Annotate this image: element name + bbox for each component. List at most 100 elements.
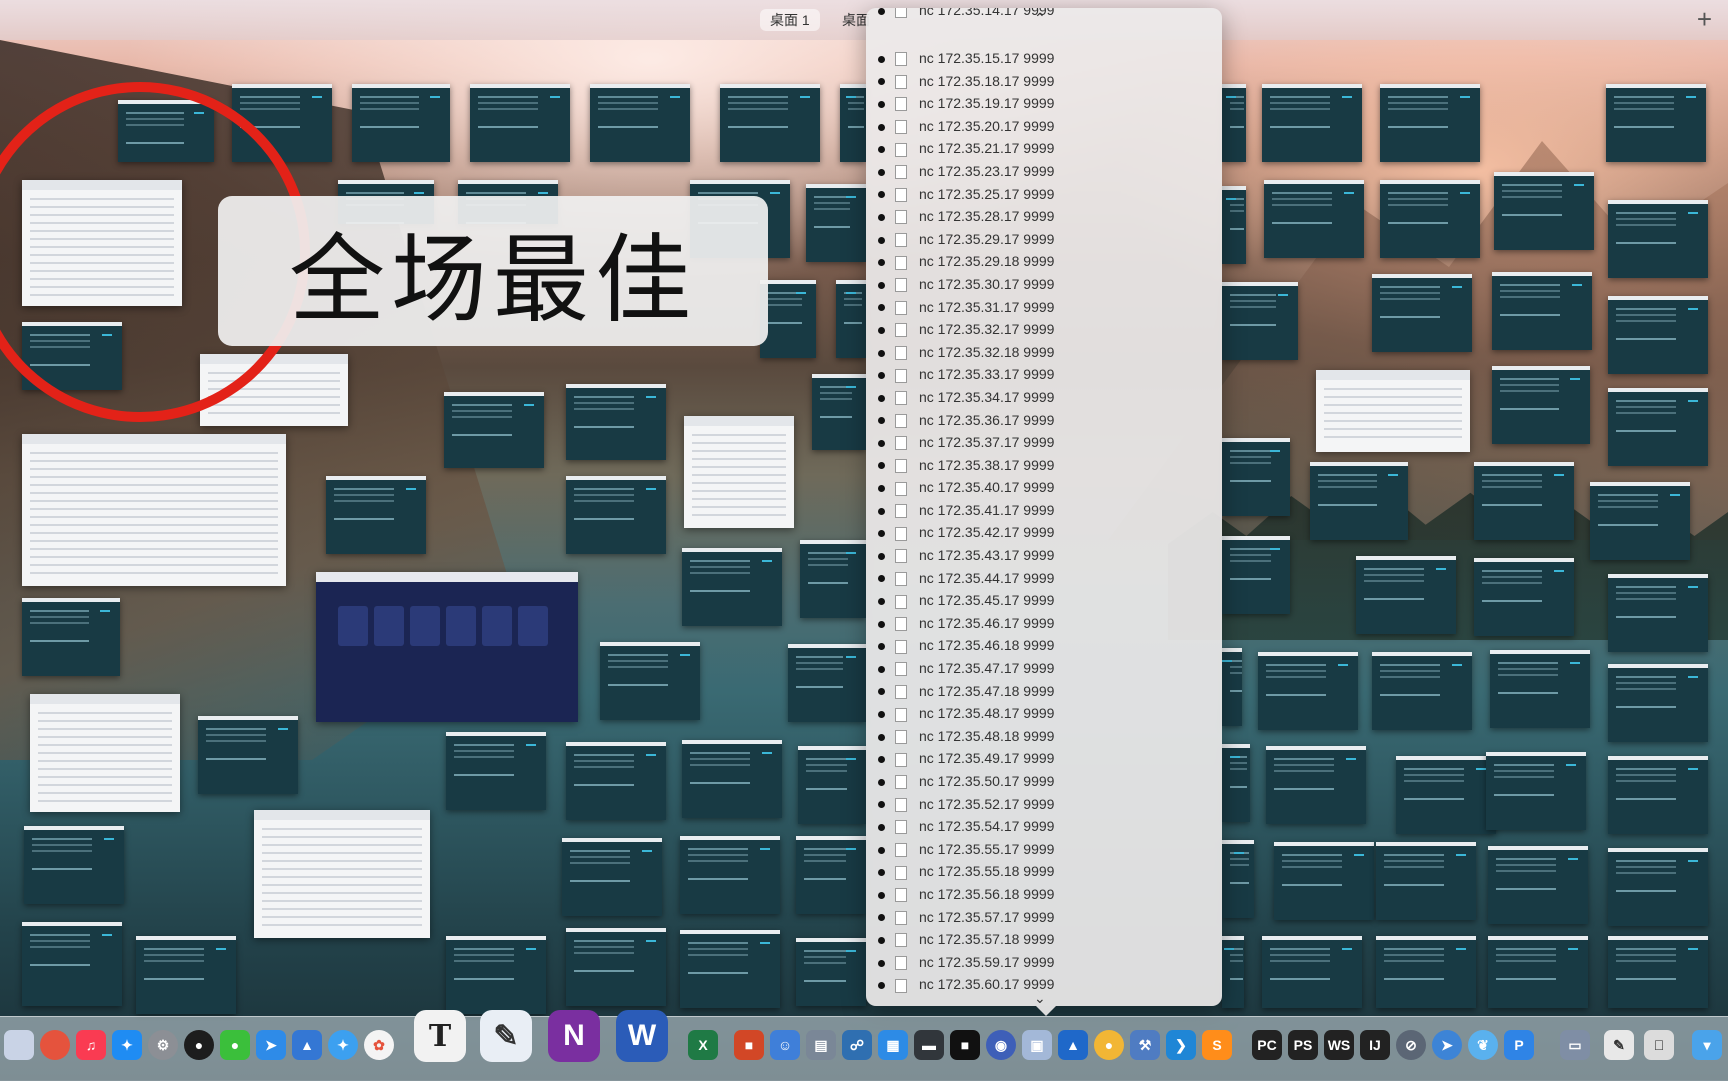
list-item[interactable]: nc 172.35.20.17 9999	[878, 115, 1054, 138]
app-store-icon[interactable]: ✦	[112, 1030, 142, 1060]
system-settings-icon[interactable]: ⚙	[148, 1030, 178, 1060]
terminal-window-thumb[interactable]	[720, 84, 820, 162]
terminal-window-thumb[interactable]	[470, 84, 570, 162]
terminal-window-thumb[interactable]	[1492, 272, 1592, 350]
sublime-icon[interactable]: S	[1202, 1030, 1232, 1060]
box-app-icon[interactable]: ▤	[806, 1030, 836, 1060]
terminal-window-thumb[interactable]	[840, 84, 866, 162]
list-item[interactable]: nc 172.35.32.18 9999	[878, 341, 1054, 364]
qq-icon[interactable]: ●	[184, 1030, 214, 1060]
terminal-window-thumb[interactable]	[326, 476, 426, 554]
terminal-window-thumb[interactable]	[1376, 936, 1476, 1008]
desktop-tab-1[interactable]: 桌面 1	[760, 9, 820, 31]
pycharm-icon[interactable]: PC	[1252, 1030, 1282, 1060]
terminal-window-thumb[interactable]	[1262, 936, 1362, 1008]
terminal-window-thumb[interactable]	[352, 84, 450, 162]
mail-plane-icon[interactable]: ➤	[256, 1030, 286, 1060]
terminal-window-thumb[interactable]	[1222, 648, 1242, 726]
text-edit-icon[interactable]: T	[414, 1010, 466, 1062]
terminal-window-thumb[interactable]	[1488, 936, 1588, 1008]
tool-app-icon[interactable]: ⚒	[1130, 1030, 1160, 1060]
terminal-window-thumb[interactable]	[1590, 482, 1690, 560]
package-app-icon[interactable]: ▣	[1022, 1030, 1052, 1060]
list-item-partial[interactable]: nc 172.35.14.17 9999	[878, 8, 1054, 24]
terminal-window-thumb[interactable]	[1258, 652, 1358, 730]
terminal-window-thumb[interactable]	[682, 548, 782, 626]
list-item[interactable]: nc 172.35.50.17 9999	[878, 770, 1054, 793]
list-item[interactable]: nc 172.35.21.17 9999	[878, 137, 1054, 160]
list-item[interactable]: nc 172.35.41.17 9999	[878, 499, 1054, 522]
network-utility-icon[interactable]: ⊘	[1396, 1030, 1426, 1060]
compass-app-icon[interactable]: ➤	[1432, 1030, 1462, 1060]
list-item[interactable]: nc 172.35.31.17 9999	[878, 296, 1054, 319]
list-item[interactable]: nc 172.35.56.18 9999	[878, 883, 1054, 906]
dialog-window-thumb[interactable]	[254, 810, 430, 938]
terminal-window-thumb[interactable]	[800, 540, 866, 618]
list-item[interactable]: nc 172.35.28.17 9999	[878, 205, 1054, 228]
terminal-window-thumb[interactable]	[1222, 438, 1290, 516]
terminal-window-thumb[interactable]	[566, 928, 666, 1006]
terminal-window-thumb[interactable]	[1608, 936, 1708, 1008]
list-item[interactable]: nc 172.35.46.18 9999	[878, 634, 1054, 657]
terminal-window-thumb[interactable]	[796, 836, 866, 914]
safari-icon[interactable]: ✦	[328, 1030, 358, 1060]
intellij-icon[interactable]: IJ	[1360, 1030, 1390, 1060]
terminal-window-thumb[interactable]	[566, 742, 666, 820]
terminal-window-thumb[interactable]	[590, 84, 690, 162]
terminal-window-thumb[interactable]	[136, 936, 236, 1014]
webstorm-icon[interactable]: WS	[1324, 1030, 1354, 1060]
onenote-icon[interactable]: N	[548, 1010, 600, 1062]
terminal-window-thumb[interactable]	[1474, 558, 1574, 636]
list-item[interactable]: nc 172.35.29.17 9999	[878, 228, 1054, 251]
notes-pen-icon[interactable]: ✎	[480, 1010, 532, 1062]
terminal-window-thumb[interactable]	[1372, 274, 1472, 352]
list-item[interactable]: nc 172.35.18.17 9999	[878, 70, 1054, 93]
list-item[interactable]: nc 172.35.23.17 9999	[878, 160, 1054, 183]
scroll-down-chevron-icon[interactable]: ⌄	[1034, 990, 1046, 1006]
terminal-window-thumb[interactable]	[1380, 180, 1480, 258]
list-item[interactable]: nc 172.35.25.17 9999	[878, 183, 1054, 206]
p-app-icon[interactable]: P	[1504, 1030, 1534, 1060]
launchpad-icon[interactable]	[4, 1030, 34, 1060]
terminal-window-thumb[interactable]	[600, 642, 700, 720]
mountain-app-icon[interactable]: ▲	[292, 1030, 322, 1060]
vscode-icon[interactable]: ❯	[1166, 1030, 1196, 1060]
terminal-window-thumb[interactable]	[198, 716, 298, 794]
terminal-window-thumb[interactable]	[680, 930, 780, 1008]
list-item[interactable]: nc 172.35.36.17 9999	[878, 409, 1054, 432]
list-item[interactable]: nc 172.35.32.17 9999	[878, 318, 1054, 341]
terminal-window-thumb[interactable]	[682, 740, 782, 818]
terminal-window-thumb[interactable]	[796, 938, 866, 1006]
dashboard-window-thumb[interactable]	[316, 572, 578, 722]
bird-app-icon[interactable]: ❦	[1468, 1030, 1498, 1060]
terminal-window-thumb[interactable]	[1264, 180, 1364, 258]
list-item[interactable]: nc 172.35.45.17 9999	[878, 589, 1054, 612]
terminal-window-thumb[interactable]	[1222, 840, 1254, 918]
list-item[interactable]: nc 172.35.34.17 9999	[878, 386, 1054, 409]
terminal-window-thumb[interactable]	[798, 746, 866, 824]
terminal-window-thumb[interactable]	[1606, 84, 1706, 162]
terminal-window-thumb[interactable]	[562, 838, 662, 916]
terminal-window-thumb[interactable]	[1266, 746, 1366, 824]
terminal-window-thumb[interactable]	[680, 836, 780, 914]
list-item[interactable]: nc 172.35.52.17 9999	[878, 793, 1054, 816]
downloads-folder-icon[interactable]: ▾	[1692, 1030, 1722, 1060]
terminal-window-thumb[interactable]	[446, 936, 546, 1014]
terminal-window-thumb[interactable]	[444, 392, 544, 468]
terminal-window-thumb[interactable]	[22, 922, 122, 1006]
terminal-window-thumb[interactable]	[1492, 366, 1590, 444]
list-item[interactable]: nc 172.35.40.17 9999	[878, 476, 1054, 499]
terminal-window-thumb[interactable]	[1486, 752, 1586, 830]
screen-app-icon[interactable]: ▬	[914, 1030, 944, 1060]
browser-window-thumb[interactable]	[22, 434, 286, 586]
list-item[interactable]: nc 172.35.48.17 9999	[878, 702, 1054, 725]
terminal-window-thumb[interactable]	[760, 280, 816, 358]
terminal-window-thumb[interactable]	[1608, 756, 1708, 834]
list-item[interactable]: nc 172.35.19.17 9999	[878, 92, 1054, 115]
terminal-window-thumb[interactable]	[1608, 848, 1708, 926]
terminal-window-thumb[interactable]	[1222, 186, 1246, 264]
excel-icon[interactable]: X	[688, 1030, 718, 1060]
finder-icon[interactable]: ☺	[770, 1030, 800, 1060]
terminal-window-thumb[interactable]	[1380, 84, 1480, 162]
terminal-window-thumb[interactable]	[566, 476, 666, 554]
